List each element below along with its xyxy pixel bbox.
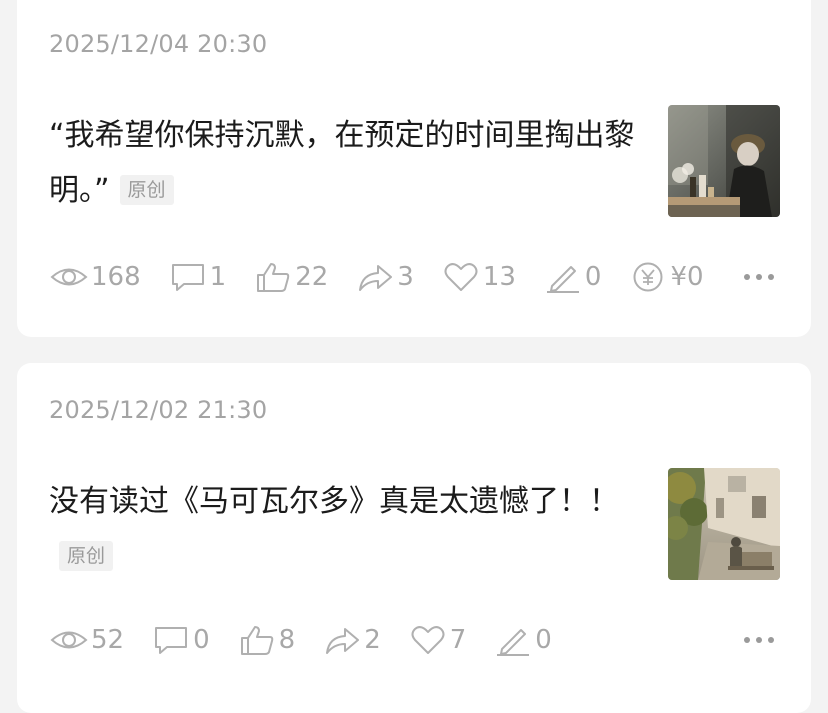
tips-amount: ¥0	[670, 262, 704, 292]
views-stat: 52	[50, 624, 124, 656]
post-title[interactable]: 没有读过《马可瓦尔多》真是太遗憾了！！ 原创	[49, 474, 639, 584]
tips-stat[interactable]: ¥0	[629, 261, 704, 293]
post-date: 2025/12/02 21:30	[49, 396, 268, 424]
comment-icon	[152, 624, 190, 656]
more-options-button[interactable]	[741, 622, 777, 658]
heart-icon	[442, 261, 480, 293]
share-arrow-icon	[323, 624, 361, 656]
likes-count: 22	[295, 262, 329, 292]
post-card[interactable]: 2025/12/04 20:30 “我希望你保持沉默，在预定的时间里掏出黎明。”…	[17, 0, 811, 337]
edits-stat[interactable]: 0	[544, 261, 602, 293]
post-thumbnail[interactable]	[668, 105, 780, 217]
share-arrow-icon	[356, 261, 394, 293]
likes-count: 8	[278, 625, 296, 655]
post-card[interactable]: 2025/12/02 21:30 没有读过《马可瓦尔多》真是太遗憾了！！ 原创 5…	[17, 363, 811, 713]
thumbs-up-icon	[238, 624, 276, 656]
shares-stat[interactable]: 2	[323, 624, 381, 656]
post-title[interactable]: “我希望你保持沉默，在预定的时间里掏出黎明。” 原创	[49, 108, 639, 218]
views-count: 168	[91, 262, 141, 292]
post-stats: 52 0 8 2 7 0	[50, 622, 580, 658]
more-options-button[interactable]	[741, 259, 777, 295]
edits-stat[interactable]: 0	[494, 624, 552, 656]
favorites-count: 7	[449, 625, 467, 655]
likes-stat[interactable]: 8	[238, 624, 296, 656]
eye-icon	[50, 261, 88, 293]
thumbs-up-icon	[254, 261, 292, 293]
original-tag: 原创	[59, 541, 114, 571]
shares-count: 3	[397, 262, 414, 292]
favorites-stat[interactable]: 13	[442, 261, 516, 293]
yen-coin-icon	[629, 261, 667, 293]
post-title-text: 没有读过《马可瓦尔多》真是太遗憾了！！	[49, 484, 619, 519]
more-dots-icon	[742, 272, 776, 282]
edits-count: 0	[535, 625, 552, 655]
views-stat: 168	[50, 261, 141, 293]
pencil-icon	[494, 624, 532, 656]
comments-stat[interactable]: 1	[169, 261, 227, 293]
post-date: 2025/12/04 20:30	[49, 30, 268, 58]
comments-stat[interactable]: 0	[152, 624, 210, 656]
post-thumbnail[interactable]	[668, 468, 780, 580]
edits-count: 0	[584, 262, 602, 292]
original-tag: 原创	[119, 175, 174, 205]
likes-stat[interactable]: 22	[254, 261, 328, 293]
eye-icon	[50, 624, 88, 656]
pencil-icon	[544, 261, 582, 293]
more-dots-icon	[742, 635, 776, 645]
comments-count: 0	[193, 625, 210, 655]
post-stats: 168 1 22 3 13 0 ¥0	[50, 259, 732, 295]
favorites-stat[interactable]: 7	[409, 624, 467, 656]
shares-count: 2	[364, 625, 381, 655]
comment-icon	[169, 261, 207, 293]
shares-stat[interactable]: 3	[356, 261, 414, 293]
heart-icon	[409, 624, 447, 656]
comments-count: 1	[209, 262, 227, 292]
favorites-count: 13	[482, 262, 516, 292]
views-count: 52	[91, 625, 125, 655]
